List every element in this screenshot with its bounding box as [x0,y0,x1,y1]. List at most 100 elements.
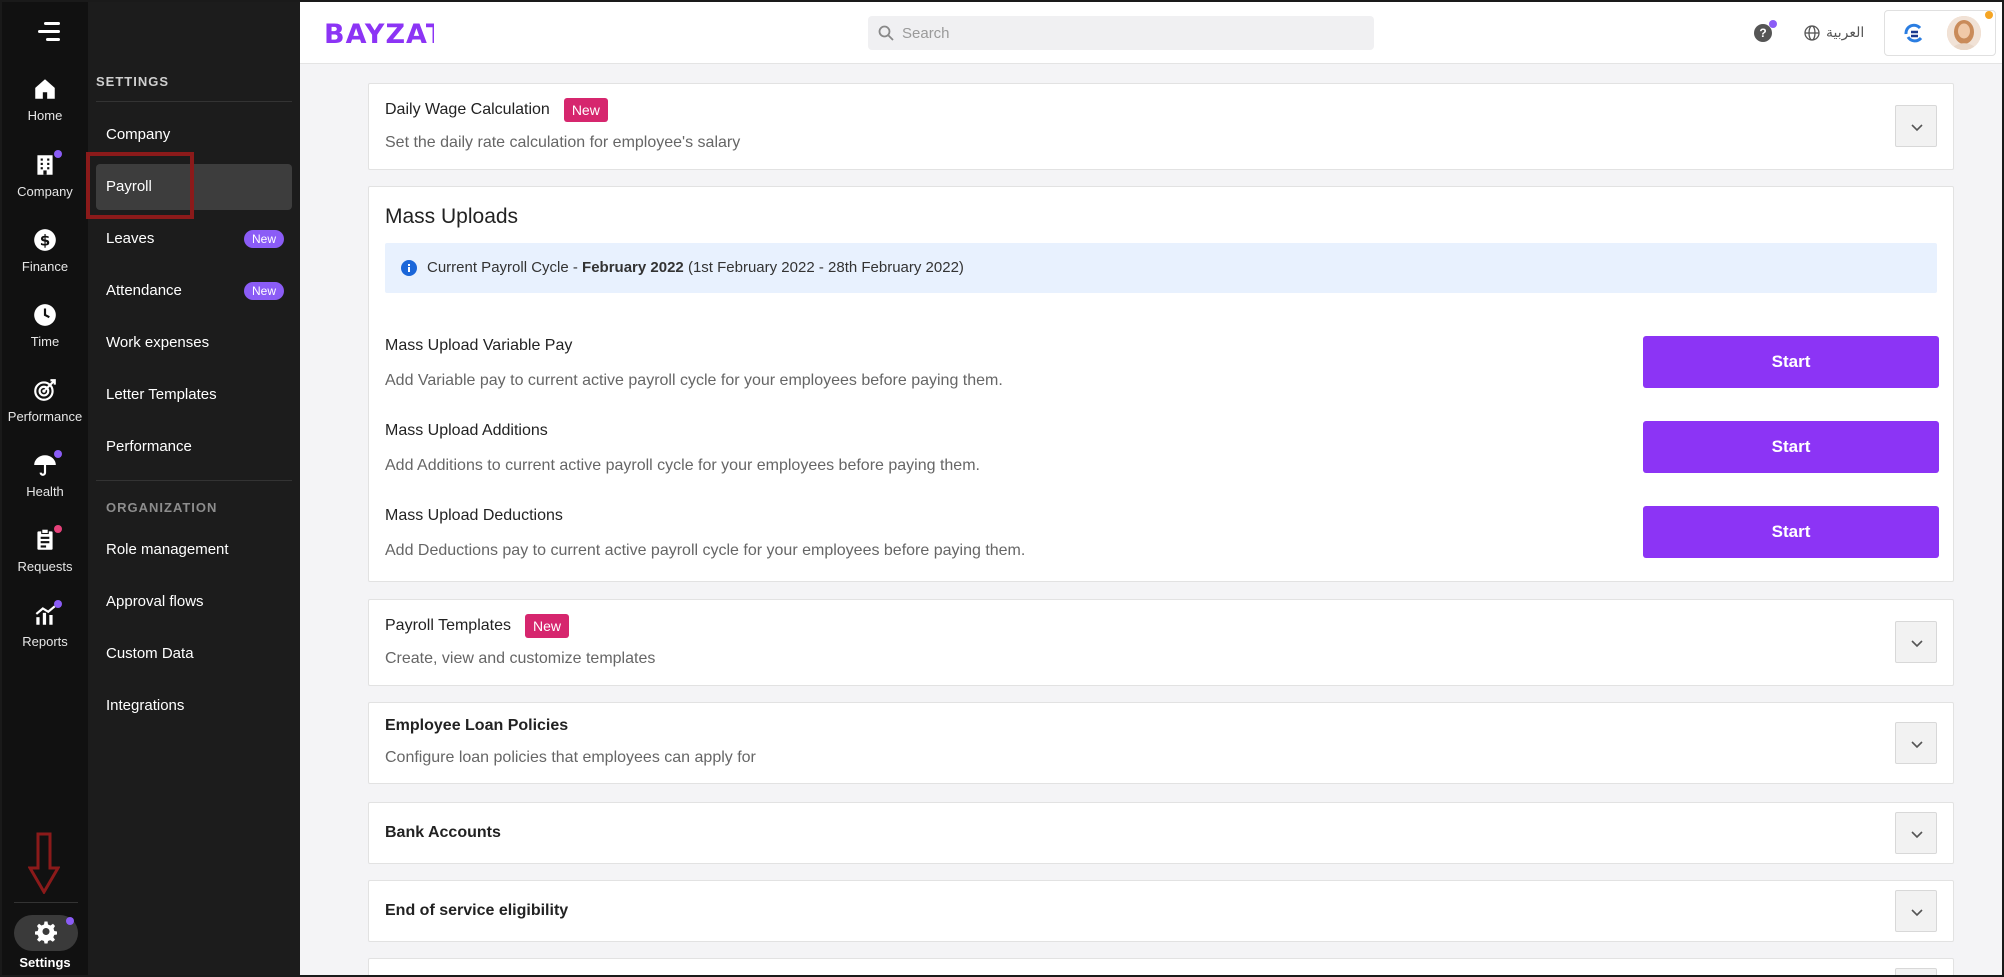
rail-item-finance[interactable]: $ Finance [2,227,88,274]
company-logo-icon [1904,23,1923,43]
help-glyph: ? [1759,26,1767,40]
section-subtitle: Set the daily rate calculation for emplo… [385,134,741,151]
sidebar-org-header: ORGANIZATION [106,500,218,515]
target-icon [32,377,58,403]
account-menu[interactable] [1884,10,1996,56]
sidebar-item-approval-flows[interactable]: Approval flows [96,579,292,625]
search-bar[interactable] [868,16,1374,50]
sidebar-item-label: Performance [106,438,192,455]
section-title-text: Payroll Templates [385,617,511,635]
expand-button[interactable] [1895,722,1937,764]
clock-icon [32,302,58,328]
chevron-down-icon [1911,640,1923,648]
payroll-cycle-banner: Current Payroll Cycle - February 2022 (1… [385,243,1937,293]
section-title: Bank Accounts [385,824,501,841]
notification-dot [54,450,62,458]
home-icon [32,76,58,102]
building-icon [32,150,62,178]
sidebar-item-label: Work expenses [106,334,210,351]
main-content: Daily Wage Calculation New Set the daily … [300,64,2002,975]
cycle-prefix: Current Payroll Cycle - [427,259,583,276]
mass-upload-row-subtitle: Add Variable pay to current active payro… [385,372,1003,389]
chevron-down-icon [1911,831,1923,839]
rail-label: Performance [7,409,83,424]
sidebar-item-label: Role management [106,541,229,558]
expand-button[interactable] [1895,105,1937,147]
rail-label: Reports [22,634,68,649]
search-input[interactable] [902,16,1362,50]
top-bar: BAYZAT ? العربية [300,2,2002,64]
sidebar-item-role-management[interactable]: Role management [96,527,292,573]
rail-item-company[interactable]: Company [2,150,88,199]
section-title: Payroll Templates New [385,614,569,638]
mass-upload-row-title: Mass Upload Additions [385,422,548,439]
sidebar-item-label: Letter Templates [106,386,217,403]
rail-item-home[interactable]: Home [2,76,88,123]
expand-button[interactable] [1895,621,1937,663]
rail-item-time[interactable]: Time [2,302,88,349]
divider [96,480,292,481]
sidebar-item-label: Custom Data [106,645,194,662]
rail-item-settings[interactable] [14,915,78,951]
next-section-card [368,958,1954,975]
sidebar-item-performance[interactable]: Performance [96,424,292,470]
mass-uploads-section: Mass Uploads Current Payroll Cycle - Feb… [368,186,1954,582]
sidebar-item-work-expenses[interactable]: Work expenses [96,320,292,366]
language-switch[interactable]: العربية [1804,24,1864,44]
gear-icon [35,921,57,944]
sidebar-header: SETTINGS [96,74,170,89]
bank-accounts-section[interactable]: Bank Accounts [368,802,1954,864]
help-icon[interactable]: ? [1754,20,1777,42]
mass-uploads-title: Mass Uploads [385,205,519,228]
annotation-highlight-box [86,152,194,219]
language-label: العربية [1826,24,1865,40]
rail-item-health[interactable]: Health [2,450,88,499]
cycle-month: February 2022 [582,259,684,276]
mass-upload-row-subtitle: Add Deductions pay to current active pay… [385,542,1026,559]
notification-dot [54,525,62,533]
hamburger-menu-icon[interactable] [30,22,60,48]
mass-upload-row-subtitle: Add Additions to current active payroll … [385,457,980,474]
rail-label: Home [27,108,63,123]
rail-label: Time [30,334,60,349]
chevron-down-icon [1911,124,1923,132]
search-icon [878,25,894,41]
expand-button[interactable] [1895,890,1937,932]
rail-item-requests[interactable]: Requests [2,525,88,574]
sidebar-item-letter-templates[interactable]: Letter Templates [96,372,292,418]
start-additions-button[interactable]: Start [1643,421,1939,473]
sidebar-item-integrations[interactable]: Integrations [96,683,292,729]
end-of-service-section[interactable]: End of service eligibility [368,880,1954,942]
rail-item-performance[interactable]: Performance [2,377,88,424]
loan-policies-section[interactable]: Employee Loan Policies Configure loan po… [368,702,1954,784]
start-deductions-button[interactable]: Start [1643,506,1939,558]
daily-wage-section[interactable]: Daily Wage Calculation New Set the daily … [368,83,1954,170]
expand-button[interactable] [1895,812,1937,854]
rail-label: Health [26,484,64,499]
mass-upload-row-title: Mass Upload Deductions [385,507,563,524]
clipboard-icon [32,525,62,553]
dollar-icon: $ [32,227,58,253]
chevron-down-icon [1911,909,1923,917]
rail-item-reports[interactable]: Reports [2,600,88,649]
new-tag: New [563,98,608,122]
cycle-range: (1st February 2022 - 28th February 2022) [683,259,964,276]
sidebar-item-custom-data[interactable]: Custom Data [96,631,292,677]
start-variable-pay-button[interactable]: Start [1643,336,1939,388]
new-tag: New [524,614,569,638]
rail-label: Requests [17,559,73,574]
settings-sidebar: SETTINGS Company Payroll Leaves New Atten… [86,2,300,975]
sidebar-item-leaves[interactable]: Leaves New [96,216,292,262]
brand-text: BAYZAT [324,19,434,48]
notification-dot [54,150,62,158]
section-title: Employee Loan Policies [385,717,569,734]
chevron-down-icon [1911,741,1923,749]
section-title: End of service eligibility [385,902,569,919]
sidebar-item-label: Leaves [106,230,155,247]
divider [14,902,78,903]
bayzat-logo[interactable]: BAYZAT [324,18,434,48]
payroll-templates-section[interactable]: Payroll Templates New Create, view and cu… [368,599,1954,686]
expand-button[interactable] [1895,968,1937,975]
rail-label: Company [17,184,73,199]
sidebar-item-attendance[interactable]: Attendance New [96,268,292,314]
